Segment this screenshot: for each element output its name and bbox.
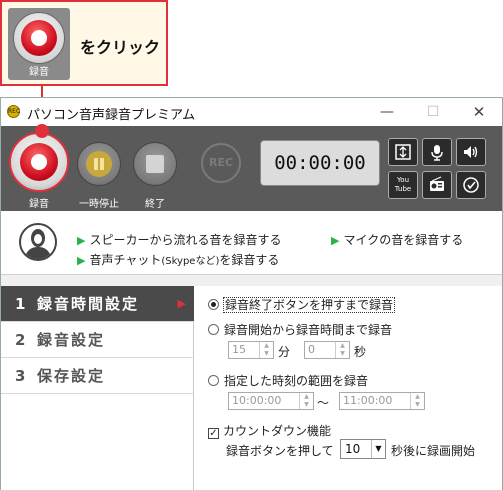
minutes-unit: 分 bbox=[278, 345, 291, 359]
radio-icon[interactable] bbox=[422, 171, 452, 199]
recording-time-panel: 録音終了ボタンを押すまで録音 録音開始から録音時間まで録音 15 ▲ ▼ 分 0 … bbox=[194, 286, 502, 490]
mode-info-bar: ▶ スピーカーから流れる音を録音する ▶ マイクの音を録音する ▶ 音声チャット(Sk… bbox=[1, 211, 502, 275]
stepper-arrows-icon[interactable]: ▲ ▼ bbox=[299, 393, 313, 409]
youtube-icon[interactable]: You Tube bbox=[388, 171, 418, 199]
green-arrow-icon: ▶ bbox=[77, 254, 86, 267]
stop-icon bbox=[146, 155, 164, 173]
radio-duration[interactable] bbox=[208, 324, 219, 335]
window-title: パソコン音声録音プレミアム bbox=[27, 108, 196, 123]
settings-sidebar: 1 録音時間設定 ▶ 2 録音設定 3 保存設定 bbox=[1, 286, 194, 490]
toolbar: 録音 一時停止 終了 REC 00:00:00 You Tube bbox=[1, 126, 502, 211]
fit-window-icon[interactable] bbox=[388, 138, 418, 166]
stop-label: 終了 bbox=[145, 199, 165, 210]
range-tilde: ～ bbox=[317, 396, 330, 410]
mode-mic[interactable]: ▶ マイクの音を録音する bbox=[331, 231, 463, 248]
green-arrow-icon: ▶ bbox=[331, 234, 340, 247]
title-bar: REC パソコン音声録音プレミアム — ☐ ✕ bbox=[1, 98, 502, 126]
caret-right-icon: ▶ bbox=[177, 297, 188, 310]
rec-indicator: REC bbox=[201, 143, 241, 183]
countdown-checkbox[interactable]: ✓ bbox=[208, 428, 219, 439]
radio-time-range[interactable] bbox=[208, 375, 219, 386]
callout-pointer-dot bbox=[35, 124, 49, 138]
elapsed-timer: 00:00:00 bbox=[260, 140, 380, 186]
end-time-field[interactable]: 11:00:00 ▲ ▼ bbox=[339, 392, 425, 410]
start-time-field[interactable]: 10:00:00 ▲ ▼ bbox=[228, 392, 314, 410]
mode-voice-chat[interactable]: ▶ 音声チャット(Skypeなど)を録音する bbox=[77, 251, 279, 268]
minutes-stepper[interactable]: 15 ▲ ▼ bbox=[228, 341, 274, 359]
countdown-prefix: 録音ボタンを押して bbox=[226, 444, 334, 458]
help-icon[interactable] bbox=[456, 171, 486, 199]
seconds-stepper[interactable]: 0 ▲ ▼ bbox=[304, 341, 350, 359]
seconds-unit: 秒 bbox=[354, 345, 367, 359]
radio-until-stop[interactable] bbox=[208, 299, 219, 310]
option-duration[interactable]: 録音開始から録音時間まで録音 bbox=[208, 321, 392, 338]
maximize-button[interactable]: ☐ bbox=[410, 98, 456, 126]
callout-box: 録音 をクリック bbox=[0, 0, 168, 86]
countdown-seconds-select[interactable]: 10 ▼ bbox=[340, 439, 386, 459]
sidebar-item-recording-settings[interactable]: 2 録音設定 bbox=[1, 322, 194, 358]
speaker-volume-icon[interactable] bbox=[456, 138, 486, 166]
option-until-stop[interactable]: 録音終了ボタンを押すまで録音 bbox=[208, 296, 396, 313]
stepper-arrows-icon[interactable]: ▲ ▼ bbox=[259, 342, 273, 358]
mode-speaker[interactable]: ▶ スピーカーから流れる音を録音する bbox=[77, 231, 281, 248]
option-time-range[interactable]: 指定した時刻の範囲を録音 bbox=[208, 372, 368, 389]
stop-button[interactable] bbox=[133, 142, 177, 186]
pause-icon bbox=[86, 151, 112, 177]
callout-text: をクリック bbox=[80, 38, 161, 57]
pause-label: 一時停止 bbox=[79, 199, 119, 210]
sidebar-item-recording-time[interactable]: 1 録音時間設定 ▶ bbox=[1, 286, 194, 322]
app-logo-icon: REC bbox=[7, 105, 20, 118]
operator-headset-icon bbox=[19, 223, 57, 261]
callout-record-label: 録音 bbox=[29, 67, 49, 78]
app-window: REC パソコン音声録音プレミアム — ☐ ✕ 録音 一時停止 終了 REC 0… bbox=[0, 97, 503, 490]
microphone-icon[interactable] bbox=[422, 138, 452, 166]
record-label: 録音 bbox=[29, 199, 49, 210]
stepper-arrows-icon[interactable]: ▲ ▼ bbox=[335, 342, 349, 358]
minimize-button[interactable]: — bbox=[364, 98, 410, 126]
stepper-arrows-icon[interactable]: ▲ ▼ bbox=[410, 393, 424, 409]
callout-record-button-image: 録音 bbox=[8, 8, 70, 80]
countdown-suffix: 秒後に録画開始 bbox=[391, 444, 476, 458]
sidebar-item-save-settings[interactable]: 3 保存設定 bbox=[1, 358, 194, 394]
pause-button[interactable] bbox=[77, 142, 121, 186]
countdown-option[interactable]: ✓ カウントダウン機能 bbox=[208, 422, 331, 439]
record-button[interactable] bbox=[9, 132, 69, 192]
chevron-down-icon: ▼ bbox=[371, 440, 385, 458]
green-arrow-icon: ▶ bbox=[77, 234, 86, 247]
close-button[interactable]: ✕ bbox=[456, 98, 502, 126]
